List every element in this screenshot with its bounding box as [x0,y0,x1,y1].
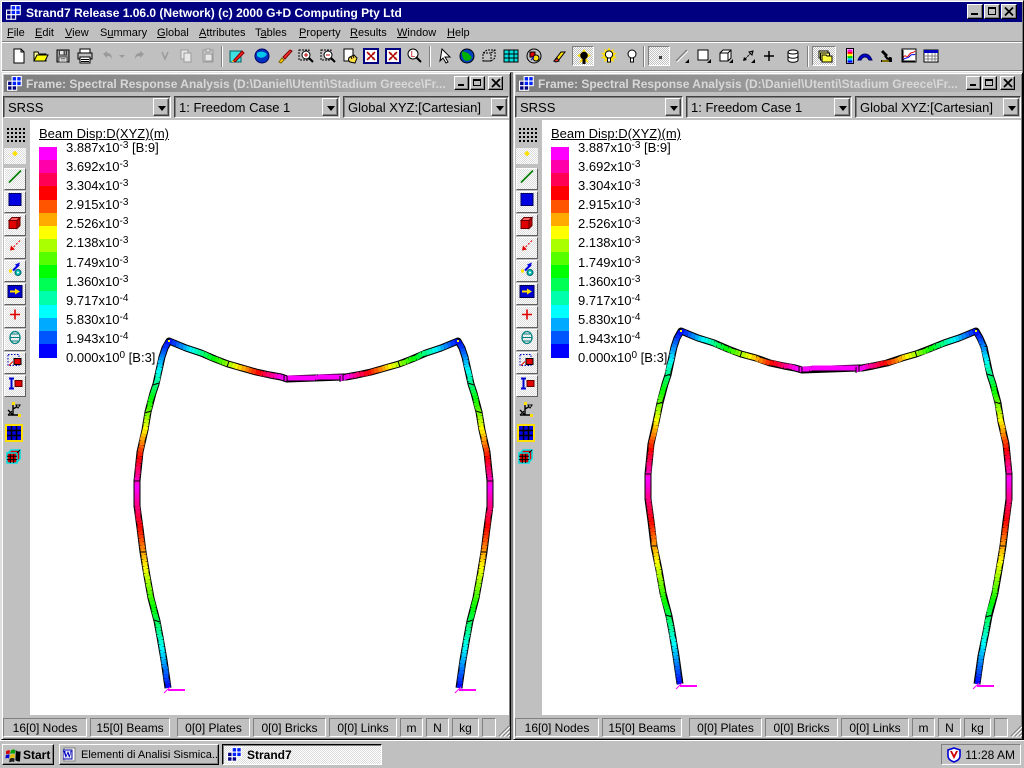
svg-text:W: W [63,750,72,760]
svg-text:L: L [411,50,416,59]
